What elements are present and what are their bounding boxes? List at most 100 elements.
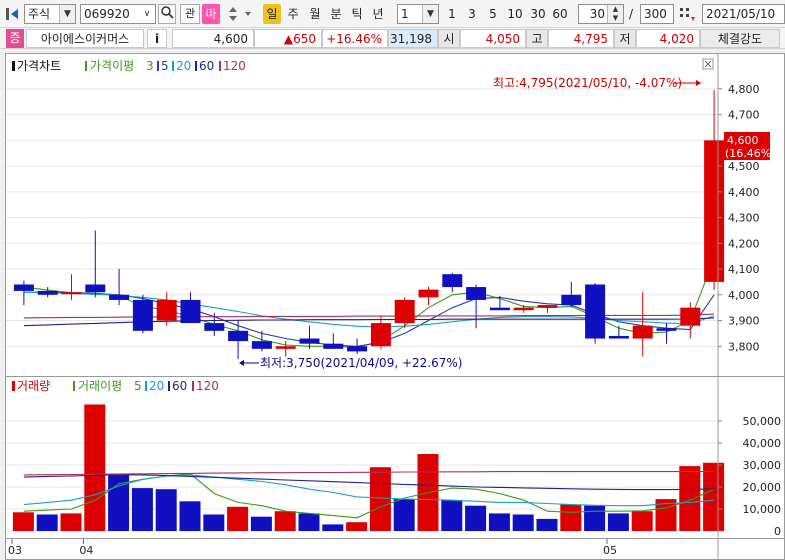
volume-bar — [322, 524, 344, 531]
price-ma-period-120: 120 — [223, 59, 246, 73]
last-price-tag: 4,600 (16.46%) — [724, 132, 776, 160]
candle-body — [680, 307, 701, 326]
price-tick-label: 4,700 — [728, 109, 760, 122]
market-select[interactable]: 주식 ▼ — [24, 4, 76, 24]
quick-interval-60[interactable]: 60 — [550, 4, 570, 24]
price-tick-label: 4,100 — [728, 263, 760, 276]
period-week-button[interactable]: 주 — [284, 4, 302, 24]
candle-body — [632, 325, 653, 339]
period-month-button[interactable]: 월 — [306, 4, 324, 24]
candle-body — [370, 323, 391, 347]
spin-updown-icon[interactable] — [224, 4, 242, 24]
volume-pane-title: 거래량 — [17, 379, 50, 393]
grid-settings-icon[interactable] — [677, 4, 697, 24]
kwan-button[interactable]: 관 — [180, 4, 200, 24]
total-count-input[interactable]: 300 — [640, 4, 674, 24]
chevron-down-icon[interactable] — [244, 4, 252, 24]
volume-ma-period-120: 120 — [196, 379, 219, 393]
volume-bar — [584, 505, 606, 531]
volume-bar — [36, 514, 58, 531]
chevron-down-icon[interactable]: ▼ — [59, 5, 75, 23]
price-chart-svg[interactable]: 3,800 3,900 4,000 4,100 4,200 4,300 4,400 4,500… — [6, 54, 784, 376]
stock-name[interactable]: 아이에스이커머스 — [26, 29, 144, 48]
period-day-button[interactable]: 일 — [263, 4, 281, 24]
legend-marker — [168, 381, 170, 391]
close-icon[interactable] — [702, 58, 714, 70]
price-ma-period-5: 5 — [161, 59, 169, 73]
high-annotation: 최고:4,795(2021/05/10, -4.07%) — [493, 76, 701, 90]
quick-interval-30[interactable]: 30 — [528, 4, 548, 24]
volume-bar — [227, 506, 249, 531]
volume-bar — [679, 466, 701, 531]
price-ma-period-60: 60 — [199, 59, 214, 73]
volume-chart-svg[interactable]: 0 10,000 20,000 30,000 40,000 50,000 거래량 거래이평… — [6, 377, 784, 538]
volume-bar — [512, 514, 534, 531]
display-count-input[interactable]: 30 ▲ ▼ — [578, 4, 624, 24]
legend-marker — [85, 61, 87, 71]
volume-bar — [60, 513, 82, 531]
stock-code-input[interactable]: 069920 ∨ — [80, 4, 156, 24]
date-input[interactable]: 2021/05/10 — [702, 4, 785, 24]
volume-tick-label: 0 — [774, 525, 781, 537]
volume-ma-period-20: 20 — [149, 379, 164, 393]
chevron-down-icon[interactable]: ▼ — [422, 5, 438, 23]
volume-bar — [369, 467, 391, 531]
x-tick-label: 05 — [603, 544, 617, 557]
candle-body — [13, 284, 34, 291]
price-legend: 가격차트 가격이평 3 5 20 60 120 — [12, 59, 246, 73]
candle-body — [656, 328, 677, 331]
price-chart-pane[interactable]: 3,800 3,900 4,000 4,100 4,200 4,300 4,400 4,500… — [5, 53, 785, 377]
quick-interval-3[interactable]: 3 — [464, 4, 480, 24]
current-price: 4,600 — [172, 29, 254, 48]
candle-body — [704, 140, 725, 282]
price-ma-title: 가격이평 — [90, 59, 134, 73]
jeung-badge: 증 — [6, 29, 24, 48]
total-count-value: 300 — [644, 7, 667, 21]
panel-toggle-icon[interactable] — [6, 7, 22, 21]
low-annotation-text: 최저:3,750(2021/04/09, +22.67%) — [260, 356, 462, 370]
strength-label: 체결강도 — [700, 29, 780, 48]
quick-interval-10[interactable]: 10 — [505, 4, 525, 24]
candle-body — [299, 338, 320, 344]
ma-button[interactable]: 마 — [202, 4, 220, 24]
last-price-tag-value: 4,600 — [727, 134, 759, 147]
interval-value: 1 — [401, 7, 409, 21]
legend-marker — [192, 381, 194, 391]
period-tick-button[interactable]: 틱 — [348, 4, 366, 24]
search-icon[interactable] — [158, 4, 176, 24]
period-minute-button[interactable]: 분 — [327, 4, 345, 24]
volume-bar — [393, 499, 415, 531]
high-annotation-text: 최고:4,795(2021/05/10, -4.07%) — [493, 76, 682, 90]
candle-body — [109, 294, 130, 300]
candle-body — [608, 335, 629, 339]
legend-marker — [219, 61, 221, 71]
low-annotation: 최저:3,750(2021/04/09, +22.67%) — [239, 356, 462, 370]
volume-bar — [465, 505, 487, 531]
volume-bar — [536, 518, 558, 531]
chevron-down-icon[interactable]: ∨ — [139, 5, 155, 23]
x-tick-label: 04 — [79, 544, 93, 557]
candle-body — [228, 330, 249, 342]
volume-bar — [607, 513, 629, 531]
price-tick-label: 4,400 — [728, 186, 760, 199]
volume-bar — [108, 474, 130, 531]
volume-tick-label: 20,000 — [743, 481, 782, 494]
candle-body — [585, 284, 606, 339]
candle-body — [204, 323, 225, 331]
candle-body — [347, 346, 368, 352]
quick-interval-1[interactable]: 1 — [444, 4, 460, 24]
period-year-button[interactable]: 년 — [369, 4, 387, 24]
spin-updown-icon[interactable]: ▲ ▼ — [607, 5, 623, 23]
volume-chart-pane[interactable]: 0 10,000 20,000 30,000 40,000 50,000 거래량 거래이평… — [5, 377, 785, 539]
price-tick-label: 4,300 — [728, 212, 760, 225]
quick-interval-5[interactable]: 5 — [485, 4, 501, 24]
interval-select[interactable]: 1 ▼ — [397, 4, 439, 24]
candle-body — [513, 307, 534, 311]
volume-ma-period-60: 60 — [172, 379, 187, 393]
info-button[interactable]: i — [147, 29, 167, 48]
candle-body — [251, 341, 272, 349]
volume-bar — [179, 501, 201, 531]
price-tick-label: 3,800 — [728, 340, 760, 353]
candle-body — [418, 289, 439, 298]
price-tick-label: 4,000 — [728, 289, 760, 302]
